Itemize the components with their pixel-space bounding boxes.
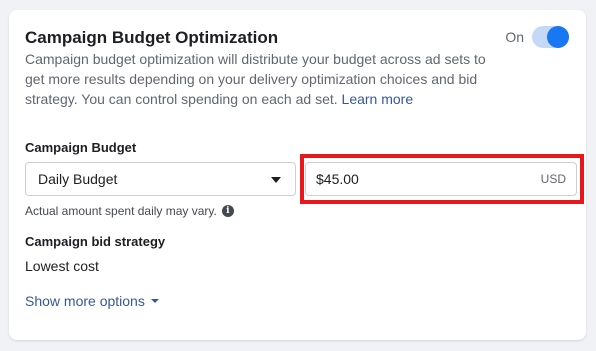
show-more-text: Show more options <box>25 293 145 309</box>
cbo-toggle-group: On <box>505 26 569 48</box>
info-icon[interactable]: i <box>221 205 234 217</box>
toggle-label: On <box>505 29 524 45</box>
currency-label: USD <box>540 172 566 186</box>
chevron-down-icon <box>150 299 159 303</box>
toggle-knob <box>547 26 569 48</box>
cbo-toggle-switch[interactable] <box>532 26 569 48</box>
campaign-budget-label: Campaign Budget <box>25 140 137 155</box>
caret-down-icon <box>271 177 281 183</box>
campaign-budget-card: Campaign Budget Optimization Campaign bu… <box>9 10 586 340</box>
bid-strategy-label: Campaign bid strategy <box>25 234 166 249</box>
show-more-options-link[interactable]: Show more options <box>25 293 159 309</box>
budget-type-value: Daily Budget <box>38 171 118 187</box>
description-text: Campaign budget optimization will distri… <box>25 51 486 107</box>
budget-hint-text: Actual amount spent daily may vary. <box>25 204 217 218</box>
budget-hint: Actual amount spent daily may vary. i <box>25 204 234 218</box>
budget-amount-input[interactable]: $45.00 USD <box>305 162 577 196</box>
budget-type-dropdown[interactable]: Daily Budget <box>25 162 296 196</box>
section-description: Campaign budget optimization will distri… <box>25 49 505 109</box>
budget-amount-value: $45.00 <box>316 171 359 187</box>
bid-strategy-value: Lowest cost <box>25 258 99 274</box>
learn-more-link[interactable]: Learn more <box>342 91 414 107</box>
section-title: Campaign Budget Optimization <box>25 28 279 47</box>
